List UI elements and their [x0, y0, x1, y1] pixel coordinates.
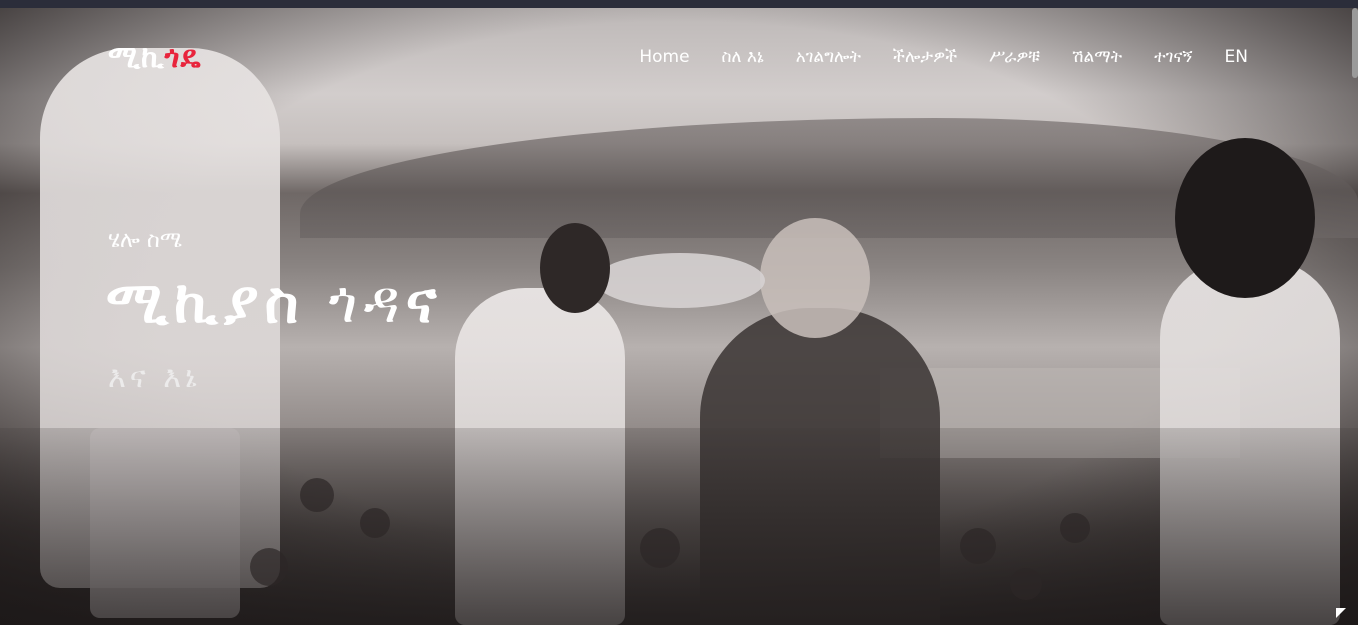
- nav-link-awards[interactable]: ሽልማት: [1072, 47, 1122, 67]
- browser-top-strip: [0, 0, 1358, 8]
- hero-role: እና እኔ: [108, 360, 201, 395]
- hero-name-last: ጎዳና: [329, 268, 443, 336]
- page-scrollbar[interactable]: [1352, 8, 1358, 78]
- nav-link-services[interactable]: አገልግሎት: [796, 47, 861, 67]
- logo-part-accent: ጎዴ: [164, 40, 202, 75]
- nav-link-home[interactable]: Home: [639, 47, 689, 67]
- photo-crowd: [0, 428, 1358, 625]
- hero-name-last-light: ጎዳ: [328, 268, 406, 336]
- nav-link-contact[interactable]: ተገናኝ: [1154, 47, 1192, 67]
- nav-link-works[interactable]: ሥራዎቹ: [989, 47, 1040, 67]
- nav-link-language[interactable]: EN: [1225, 47, 1248, 67]
- mouse-cursor-icon: [1336, 608, 1346, 618]
- nav-link-about[interactable]: ስለ እኔ: [722, 47, 764, 67]
- main-navigation: Home ስለ እኔ አገልግሎት ችሎታዎች ሥራዎቹ ሽልማት ተገናኝ E…: [639, 47, 1248, 67]
- hero-greeting: ሄሎ ስሜ: [108, 228, 183, 253]
- photo-hat: [595, 253, 765, 308]
- logo-part-first: ሚኪ: [108, 40, 165, 75]
- photo-head-center: [540, 223, 610, 313]
- site-logo[interactable]: ሚኪጎዴ: [108, 40, 202, 75]
- hero-name-first: ሚኪያስ: [106, 268, 305, 336]
- hero-name: ሚኪያስ ጎዳና: [106, 268, 442, 337]
- photo-head-light: [760, 218, 870, 338]
- nav-link-skills[interactable]: ችሎታዎች: [893, 47, 957, 67]
- hero-name-last-bold: ና: [405, 268, 443, 336]
- photo-head-right: [1175, 138, 1315, 298]
